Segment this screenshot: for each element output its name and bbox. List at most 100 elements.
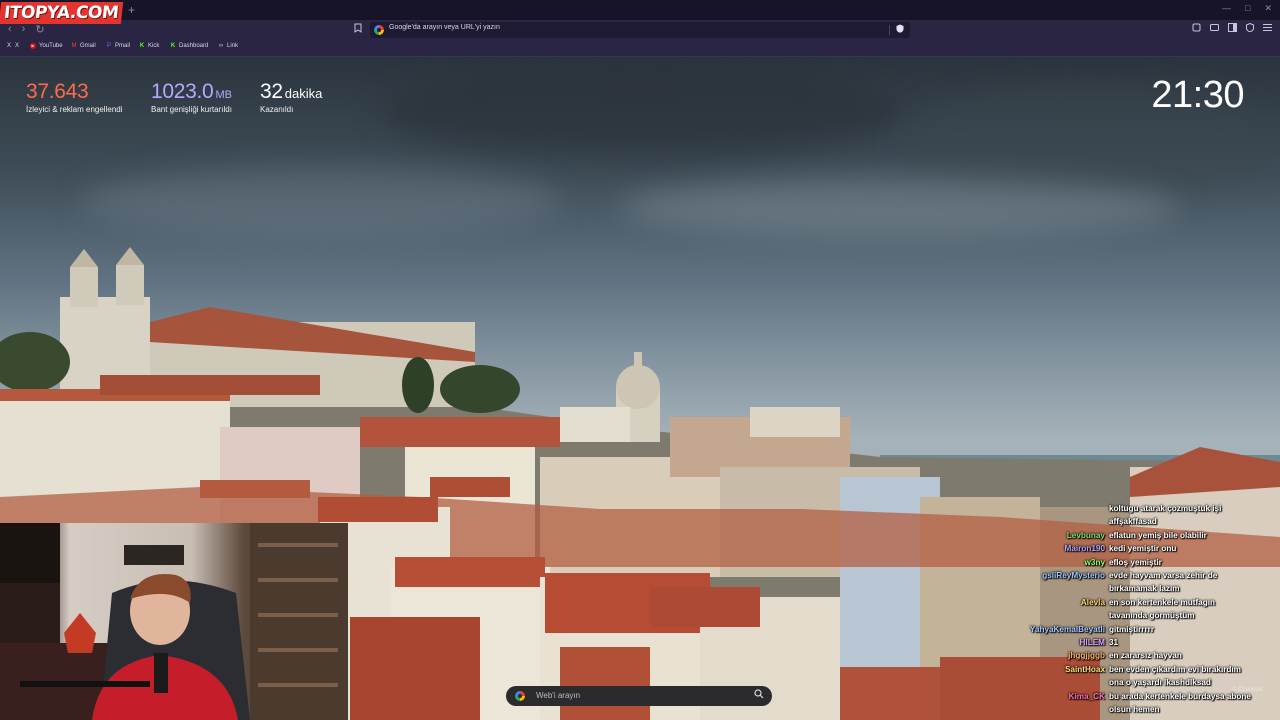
window-controls: — □ ✕ [1222,3,1272,14]
stream-chat-overlay: koltugu atarak çozmuştuk işi affşakffasad… [990,502,1280,717]
bookmark-label: Link [227,43,239,49]
chat-text: koltugu atarak çozmuştuk işi [1109,504,1222,513]
stat-label: Kazanıldı [260,105,294,114]
chat-username [990,609,1109,622]
chat-username: HILEM [1079,638,1105,648]
chat-username [990,676,1109,689]
chat-message: Mairon190 kedi yemiştir onu [990,542,1280,555]
chat-username [990,582,1109,595]
chat-message: SaintHoax ben evden çıkardım evi bırakırd… [990,663,1280,676]
clock: 21:30 [1151,74,1244,116]
bookmark-label: X [15,43,20,49]
chat-text: en son kertenkele mutfagın [1109,597,1216,607]
chat-username: SaintHoax [1064,664,1105,674]
stat-value: 1023.0 [151,80,214,103]
maximize-button[interactable]: □ [1245,3,1250,14]
bookmark-kick[interactable]: K Kick [139,43,160,49]
stat-label: İzleyici & reklam engellendi [26,105,123,114]
menu-icon[interactable] [1263,23,1272,34]
chat-username: w3ny [1084,557,1105,567]
bookmark-youtube[interactable]: ▶ YouTube [30,43,63,49]
web-search-input[interactable]: Web'i arayın [506,686,772,706]
webcam-overlay [0,523,348,720]
chat-text: olsun hemen [1109,705,1160,715]
youtube-icon: ▶ [30,43,36,49]
chat-message: HILEM 31 [990,636,1280,649]
chat-message: koltugu atarak çozmuştuk işi [990,502,1280,515]
chat-text: affşakffasad [1109,517,1157,527]
chat-username: Alevla [1080,597,1105,607]
chat-message: gsliReyMysterio evde hayvam varsa zehir d… [990,569,1280,582]
chat-message: affşakffasad [990,515,1280,528]
chat-text: efloş yemiştir [1109,557,1162,567]
chat-message: jhggjjggb en zararsız hayvan [990,649,1280,662]
chat-message: w3ny efloş yemiştir [990,556,1280,569]
bookmark-link[interactable]: ∞ Link [218,43,238,49]
chat-message: bırkamamak lazım [990,582,1280,595]
stat-time-saved: 32 dakika Kazanıldı [260,80,322,114]
bookmark-label: Pmail [115,43,131,49]
bookmark-label: Kick [148,43,160,49]
extensions-icon[interactable] [1192,23,1201,34]
stat-unit: MB [215,89,232,101]
bookmark-dashboard[interactable]: K Dashboard [170,43,209,49]
x-icon: X [6,43,11,49]
reload-button[interactable]: ↻ [35,23,44,36]
kick-icon: K [139,43,145,49]
stat-value: 32 [260,80,283,103]
back-button[interactable]: ‹ [8,23,12,36]
chat-text: 31 [1109,638,1119,648]
chat-message: YahyaKemalBeyatli gitmiştirrrrr [990,623,1280,636]
chat-text: tavanında görmüştüm [1109,611,1195,621]
itopya-logo-overlay: ITOPYA.COM [0,2,124,24]
link-icon: ∞ [218,43,224,49]
address-bar[interactable]: Google'da arayın veya URL'yi yazın [370,22,910,38]
kick-icon: K [170,43,176,49]
forward-button[interactable]: › [22,23,26,36]
sidebar-icon[interactable] [1228,23,1237,34]
close-window-button[interactable]: ✕ [1264,3,1272,14]
bookmark-label: Gmail [80,43,96,49]
stat-value: 37.643 [26,80,89,103]
chat-message: Alevla en son kertenkele mutfagın [990,596,1280,609]
wallet-icon[interactable] [1210,23,1219,34]
bookmark-label: YouTube [39,43,63,49]
new-tab-button[interactable]: + [128,3,135,17]
gmail-icon: M [71,43,77,49]
pmail-icon: P [106,43,111,49]
chat-text: ben evden çıkardım evi bırakırdım [1109,664,1241,674]
chat-text: bırkamamak lazım [1109,584,1180,594]
address-row: ‹ › ↻ Google'da arayın veya URL'yi yazın [0,20,1280,40]
search-icon[interactable] [754,689,764,702]
brave-shield-icon[interactable] [896,24,904,35]
tab-bar: + — □ ✕ [0,0,1280,20]
chat-text: evde hayvam varsa zehir de [1109,571,1218,581]
minimize-button[interactable]: — [1222,3,1231,14]
stat-bandwidth-saved: 1023.0 MB Bant genişliği kurtarıldı [151,80,232,114]
chat-username [990,703,1109,716]
chat-username [990,502,1109,515]
toolbar-icons [1192,22,1272,34]
bookmark-pmail[interactable]: P Pmail [106,43,130,49]
nav-buttons: ‹ › ↻ [8,23,45,36]
bookmark-gmail[interactable]: M Gmail [71,43,96,49]
chat-username: jhggjjggb [1068,651,1105,661]
chat-username: Kima_CK [1068,691,1105,701]
chat-message: tavanında görmüştüm [990,609,1280,622]
stat-trackers-blocked: 37.643 İzleyici & reklam engellendi [26,80,123,114]
bookmark-page-icon[interactable] [354,23,362,36]
bookmarks-bar: XX ▶ YouTube M Gmail P Pmail K Kick K Dashboa… [0,40,1280,57]
chat-text: eflatun yemiş bile olabilir [1109,530,1207,540]
chat-username: gsliReyMysterio [1042,571,1105,581]
bookmark-label: Dashboard [179,43,209,49]
search-placeholder: Web'i arayın [536,691,581,700]
chat-username: Mairon190 [1064,544,1106,554]
stat-label: Bant genişliği kurtarıldı [151,105,232,114]
bookmark-x[interactable]: XX [6,43,19,49]
chat-message: Levbunay eflatun yemiş bile olabilir [990,529,1280,542]
vpn-shield-icon[interactable] [1246,22,1254,34]
chat-username: YahyaKemalBeyatli [1029,624,1105,634]
address-placeholder: Google'da arayın veya URL'yi yazın [389,24,500,31]
customize-link[interactable]: © Özelleştir [1232,687,1263,693]
chat-text: kedi yemiştir onu [1109,544,1177,554]
